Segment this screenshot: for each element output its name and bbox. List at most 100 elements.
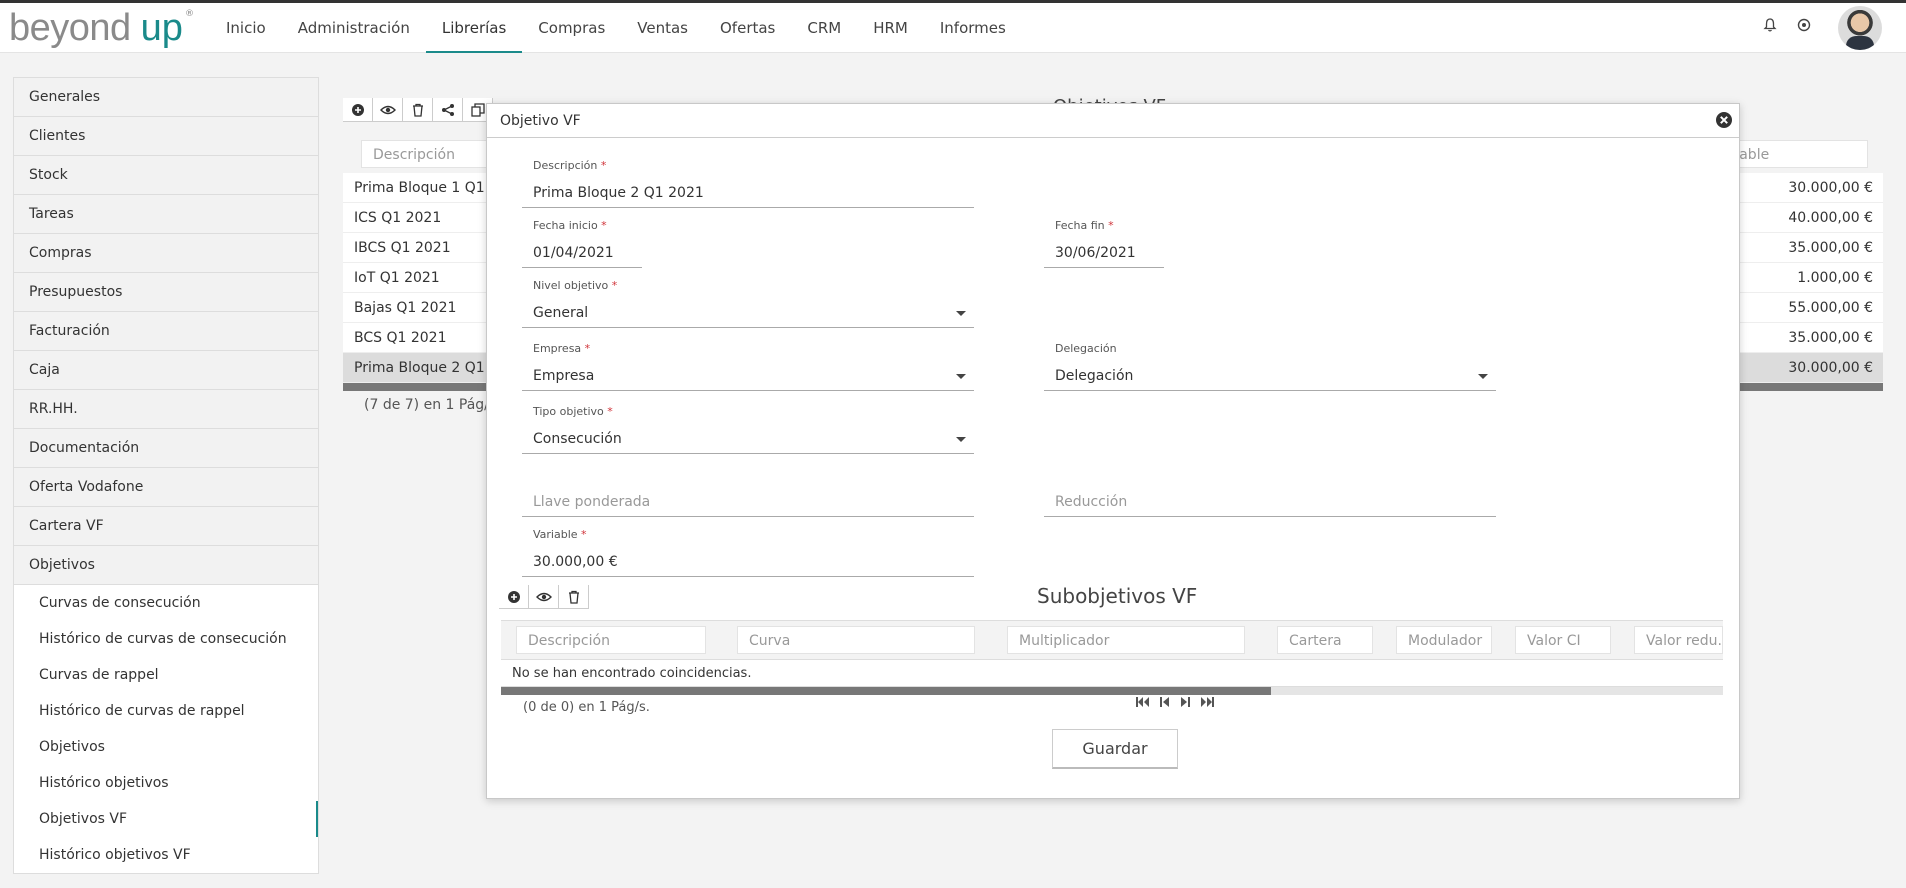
variable-label: Variable *	[533, 528, 587, 541]
next-page-icon[interactable]	[1180, 697, 1190, 707]
sidebar-sub-item[interactable]: Histórico objetivos VF	[14, 837, 318, 873]
sidebar-item[interactable]: Clientes	[14, 117, 318, 156]
descripcion-label-text: Descripción	[533, 159, 598, 172]
sidebar-item[interactable]: Caja	[14, 351, 318, 390]
fecha-inicio-field: Fecha inicio * 01/04/2021	[522, 219, 642, 271]
sidebar-item[interactable]: Stock	[14, 156, 318, 195]
nav-item-7[interactable]: HRM	[857, 3, 924, 53]
sidebar-sub-item[interactable]: Histórico objetivos	[14, 765, 318, 801]
fecha-inicio-label: Fecha inicio *	[533, 219, 607, 232]
subobjetivos-pagination: (0 de 0) en 1 Pág/s.	[523, 700, 650, 715]
nivel-objetivo-select[interactable]: General	[522, 298, 974, 328]
sidebar-item[interactable]: Compras	[14, 234, 318, 273]
descripcion-input[interactable]: Prima Bloque 2 Q1 2021	[522, 178, 974, 208]
bell-icon[interactable]	[1762, 17, 1778, 33]
sidebar-item[interactable]: Oferta Vodafone	[14, 468, 318, 507]
subobjetivos-col-filter[interactable]: Valor redu...	[1634, 626, 1723, 654]
row-description: Prima Bloque 2 Q1 20	[354, 360, 507, 376]
sidebar-sub-item[interactable]: Curvas de consecución	[14, 585, 318, 621]
nav-item-5[interactable]: Ofertas	[704, 3, 791, 53]
delegacion-label: Delegación	[1055, 342, 1117, 355]
brand-mark: ®	[184, 9, 194, 19]
brand-word-1: beyond	[9, 7, 131, 49]
llave-ponderada-input[interactable]: Llave ponderada	[522, 487, 974, 517]
scrollbar-thumb[interactable]	[501, 687, 1271, 695]
sub-view-button[interactable]	[529, 585, 559, 609]
add-button[interactable]	[343, 98, 373, 122]
subobjetivos-col-filter[interactable]: Descripción	[516, 626, 706, 654]
delegacion-select[interactable]: Delegación	[1044, 361, 1496, 391]
row-description: BCS Q1 2021	[354, 330, 447, 346]
llave-ponderada-field: Llave ponderada	[522, 484, 974, 520]
background-col-description[interactable]: Descripción	[361, 140, 491, 168]
nav-item-8[interactable]: Informes	[924, 3, 1022, 53]
sidebar-item[interactable]: Presupuestos	[14, 273, 318, 312]
close-icon[interactable]	[1715, 111, 1733, 129]
sidebar-sub-item[interactable]: Histórico de curvas de rappel	[14, 693, 318, 729]
nivel-objetivo-label: Nivel objetivo *	[533, 279, 617, 292]
subobjetivos-col-filter[interactable]: Multiplicador	[1007, 626, 1245, 654]
brand-logo[interactable]: beyond up ®	[9, 5, 194, 51]
tipo-objetivo-value: Consecución	[533, 431, 622, 447]
chevron-down-icon	[956, 437, 966, 442]
first-page-icon[interactable]	[1136, 697, 1150, 707]
sidebar: Generales Clientes Stock Tareas Compras Presu…	[13, 77, 319, 874]
nav-item-4[interactable]: Ventas	[621, 3, 704, 53]
subobjetivos-col-filter[interactable]: Valor CI	[1515, 626, 1611, 654]
subobjetivos-scrollbar[interactable]	[501, 687, 1723, 695]
nav-item-6[interactable]: CRM	[791, 3, 857, 53]
subobjetivos-empty-row: No se han encontrado coincidencias.	[501, 661, 1723, 687]
delete-button[interactable]	[403, 98, 433, 122]
tipo-objetivo-label-text: Tipo objetivo	[533, 405, 604, 418]
last-page-icon[interactable]	[1200, 697, 1214, 707]
sidebar-item[interactable]: Objetivos	[14, 546, 318, 585]
sidebar-item[interactable]: Documentación	[14, 429, 318, 468]
sidebar-sub-item[interactable]: Objetivos VF	[14, 801, 318, 837]
sidebar-sub-item[interactable]: Curvas de rappel	[14, 657, 318, 693]
user-avatar[interactable]	[1838, 6, 1882, 50]
fecha-fin-input[interactable]: 30/06/2021	[1044, 238, 1164, 268]
empresa-select[interactable]: Empresa	[522, 361, 974, 391]
previous-page-icon[interactable]	[1160, 697, 1170, 707]
sidebar-sub-item[interactable]: Objetivos	[14, 729, 318, 765]
nivel-objetivo-field: Nivel objetivo * General	[522, 279, 974, 331]
row-variable: 40.000,00 €	[1788, 210, 1873, 226]
required-mark: *	[611, 279, 618, 292]
sidebar-item[interactable]: Generales	[14, 78, 318, 117]
subobjetivos-col-filter[interactable]: Cartera	[1277, 626, 1373, 654]
eye-icon	[535, 592, 552, 601]
subobjetivos-col-filter[interactable]: Curva	[737, 626, 975, 654]
sub-delete-button[interactable]	[559, 585, 589, 609]
row-description: ICS Q1 2021	[354, 210, 442, 226]
sidebar-item[interactable]: Facturación	[14, 312, 318, 351]
eye-icon	[379, 105, 396, 114]
sub-add-button[interactable]	[499, 585, 529, 609]
main-nav: Inicio Administración Librerías Compras Vent…	[210, 3, 1022, 53]
variable-input[interactable]: 30.000,00 €	[522, 547, 974, 577]
reduccion-input[interactable]: Reducción	[1044, 487, 1496, 517]
sidebar-item[interactable]: Cartera VF	[14, 507, 318, 546]
sidebar-sub-item[interactable]: Histórico de curvas de consecución	[14, 621, 318, 657]
view-button[interactable]	[373, 98, 403, 122]
required-mark: *	[584, 342, 591, 355]
nav-item-3[interactable]: Compras	[522, 3, 621, 53]
save-button[interactable]: Guardar	[1052, 729, 1178, 769]
nav-item-0[interactable]: Inicio	[210, 3, 282, 53]
fecha-inicio-input[interactable]: 01/04/2021	[522, 238, 642, 268]
required-mark: *	[600, 159, 607, 172]
nav-item-1[interactable]: Administración	[282, 3, 426, 53]
row-description: Bajas Q1 2021	[354, 300, 457, 316]
tipo-objetivo-select[interactable]: Consecución	[522, 424, 974, 454]
power-icon[interactable]	[1796, 17, 1812, 33]
sidebar-item[interactable]: Tareas	[14, 195, 318, 234]
row-description: IoT Q1 2021	[354, 270, 440, 286]
background-col-variable[interactable]: ariable	[1718, 140, 1868, 168]
tipo-objetivo-field: Tipo objetivo * Consecución	[522, 405, 974, 457]
reduccion-field: Reducción	[1044, 484, 1496, 520]
nav-item-2[interactable]: Librerías	[425, 3, 523, 53]
sidebar-item[interactable]: RR.HH.	[14, 390, 318, 429]
row-description: IBCS Q1 2021	[354, 240, 451, 256]
row-variable: 30.000,00 €	[1788, 180, 1873, 196]
subobjetivos-col-filter[interactable]: Modulador	[1396, 626, 1492, 654]
share-button[interactable]	[433, 98, 463, 122]
